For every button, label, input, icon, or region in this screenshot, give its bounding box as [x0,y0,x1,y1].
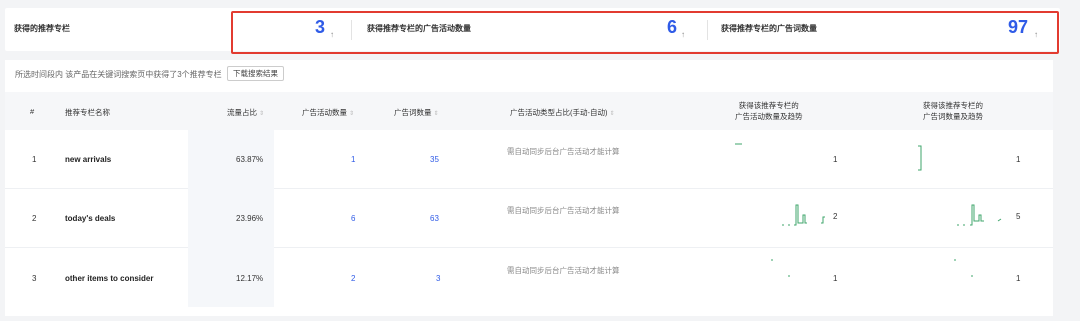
table-row: 1 new arrivals 63.87% 1 35 需自动同步后台广告活动才能… [5,130,1053,189]
keyword-trend-value: 1 [1016,274,1021,283]
col-campaign-trend: 获得该推荐专栏的 广告活动数量及趋势 [735,100,803,122]
row-type-hint: 需自动同步后台广告活动才能计算 [507,206,620,215]
row-flow: 23.96% [236,214,264,223]
col-name: 推荐专栏名称 [65,108,110,117]
col-keywords[interactable]: 广告词数量 ⇕ [394,107,439,118]
col-flow[interactable]: 流量占比 ⇕ [227,107,264,118]
recommendation-panel: 所选时间段内 该产品在关键词搜索页中获得了3个推荐专栏 下载搜索结果 # 推荐专… [5,60,1053,316]
campaign-trend-value: 1 [833,274,838,283]
campaign-trend-sparkline [771,259,790,277]
sort-icon: ⇕ [349,111,355,117]
campaign-trend-sparkline [735,143,742,145]
keyword-trend-value: 5 [1016,212,1021,221]
keyword-trend-sparkline [918,145,922,171]
campaign-trend-sparkline [782,204,825,226]
col-keyword-trend: 获得该推荐专栏的 广告词数量及趋势 [923,100,983,122]
sort-icon: ⇕ [609,111,615,117]
row-keywords-link[interactable]: 3 [436,274,440,283]
table-row: 2 today's deals 23.96% 6 63 需自动同步后台广告活动才… [5,189,1053,248]
campaign-trend-value: 2 [833,212,838,221]
row-keywords-link[interactable]: 35 [430,155,439,164]
keyword-trend-sparkline [957,204,1002,226]
col-type-ratio-label: 广告活动类型占比(手动-自动) [510,108,608,117]
row-index: 1 [32,155,37,164]
col-keywords-label: 广告词数量 [394,108,432,117]
col-campaign-trend-line1: 获得该推荐专栏的 [738,101,799,110]
col-flow-label: 流量占比 [227,108,257,117]
col-campaign-trend-line2: 广告活动数量及趋势 [735,112,803,121]
summary-label: 获得的推荐专栏 [14,24,70,33]
row-keywords-link[interactable]: 63 [430,214,439,223]
row-flow: 63.87% [236,155,264,164]
col-campaigns[interactable]: 广告活动数量 ⇕ [302,107,354,118]
table-header: # 推荐专栏名称 流量占比 ⇕ 广告活动数量 ⇕ 广告词数量 ⇕ 广告活动类型占比(手… [5,92,1053,130]
row-type-hint: 需自动同步后台广告活动才能计算 [507,147,620,156]
row-campaigns-link[interactable]: 2 [351,274,355,283]
col-index: # [30,107,35,116]
highlight-box [231,11,1059,54]
keyword-trend-sparkline [954,259,973,277]
row-campaigns-link[interactable]: 1 [351,155,355,164]
sort-icon: ⇕ [433,111,439,117]
col-keyword-trend-line1: 获得该推荐专栏的 [923,101,983,110]
row-campaigns-link[interactable]: 6 [351,214,355,223]
row-name: other items to consider [65,274,154,283]
row-index: 3 [32,274,37,283]
info-text: 所选时间段内 该产品在关键词搜索页中获得了3个推荐专栏 [15,70,222,79]
col-type-ratio[interactable]: 广告活动类型占比(手动-自动) ⇕ [510,107,615,118]
download-results-button[interactable]: 下载搜索结果 [227,66,284,81]
sort-icon: ⇕ [259,111,265,117]
keyword-trend-value: 1 [1016,155,1021,164]
row-name: new arrivals [65,155,112,164]
row-name: today's deals [65,214,116,223]
col-campaigns-label: 广告活动数量 [302,108,347,117]
table-row: 3 other items to consider 12.17% 2 3 需自动… [5,248,1053,307]
row-type-hint: 需自动同步后台广告活动才能计算 [507,266,620,275]
row-flow: 12.17% [236,274,264,283]
col-keyword-trend-line2: 广告词数量及趋势 [923,112,983,121]
campaign-trend-value: 1 [833,155,838,164]
row-index: 2 [32,214,37,223]
